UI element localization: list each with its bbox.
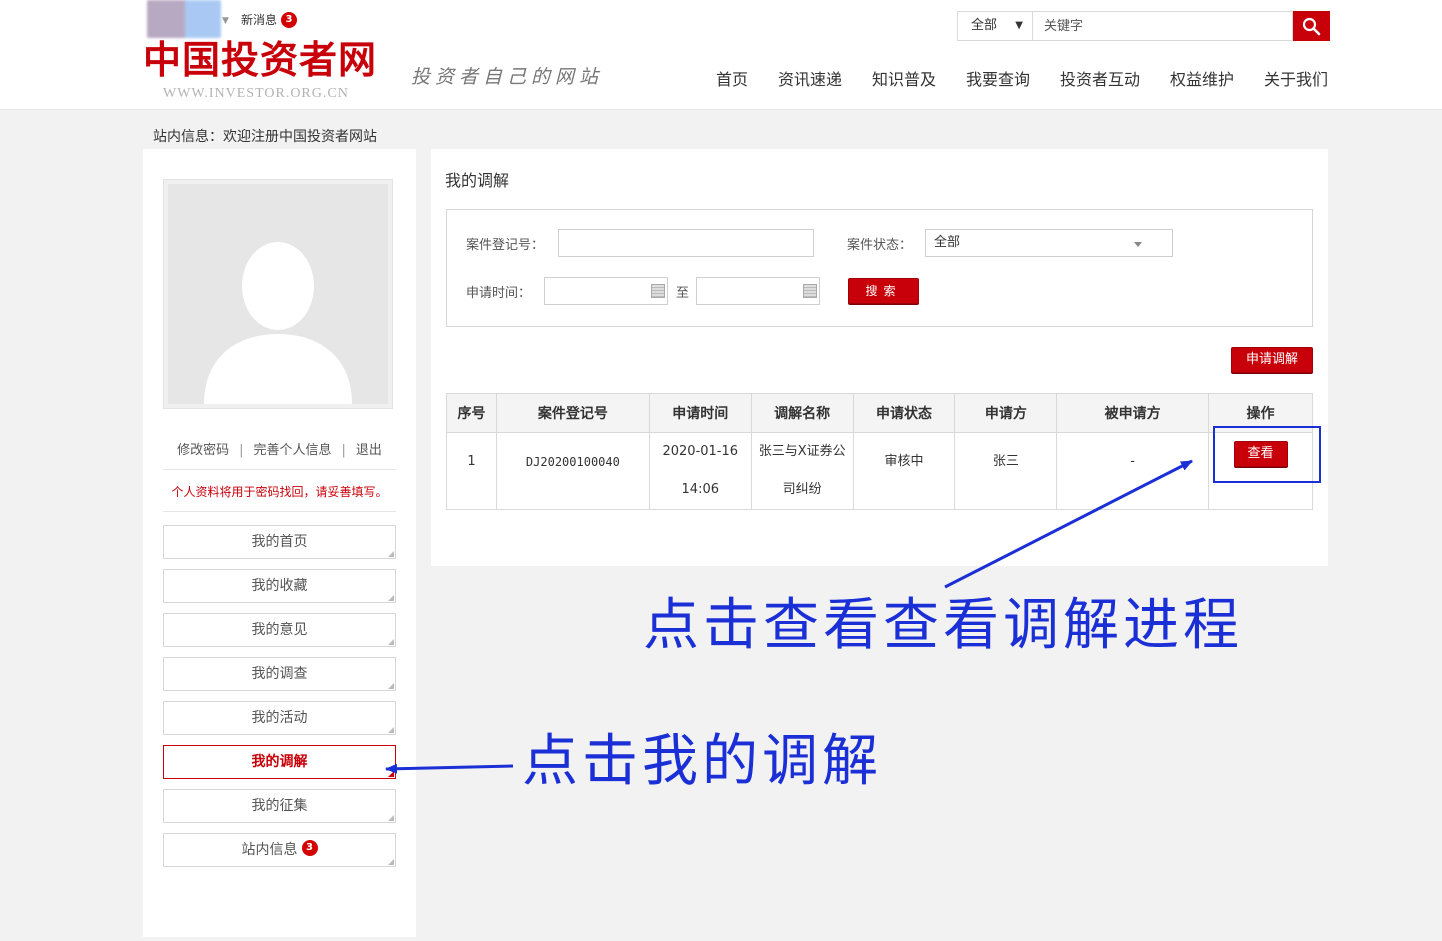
- site-logo-url: WWW.INVESTOR.ORG.CN: [163, 86, 349, 101]
- nav-interaction[interactable]: 投资者互动: [1060, 66, 1140, 90]
- cell-name-line2: 司纠纷: [782, 482, 822, 497]
- case-status-label: 案件状态：: [847, 238, 913, 253]
- site-header: ▼ 新消息 3 中国投资者网 WWW.INVESTOR.ORG.CN 投资者自己…: [0, 0, 1442, 110]
- avatar[interactable]: [163, 179, 393, 409]
- table-header-row: 序号 案件登记号 申请时间 调解名称 申请状态 申请方 被申请方 操作: [446, 393, 1313, 433]
- caret-down-icon[interactable]: ▼: [222, 16, 229, 26]
- sidebar-item-label: 我的征集: [251, 798, 308, 814]
- view-button-highlight: [1213, 426, 1321, 483]
- search-icon: [1302, 17, 1321, 36]
- case-status-select[interactable]: 全部: [925, 229, 1173, 257]
- dropdown-arrow-icon: [1134, 242, 1142, 247]
- cell-respondent: -: [1056, 432, 1210, 510]
- search-input[interactable]: [1034, 12, 1292, 40]
- calendar-icon[interactable]: [651, 284, 665, 298]
- nav-news[interactable]: 资讯速递: [778, 66, 842, 90]
- avatar-placeholder-icon: [168, 184, 388, 404]
- sidebar-item-label: 我的首页: [251, 534, 308, 550]
- col-header-case-no: 案件登记号: [495, 393, 650, 433]
- site-slogan: 投资者自己的网站: [411, 66, 604, 88]
- change-password-link[interactable]: 修改密码: [177, 443, 229, 458]
- search-button[interactable]: 搜索: [848, 278, 919, 304]
- table-row: 1 DJ20200100040 2020-01-16 14:06 张三与X证券公…: [446, 432, 1313, 510]
- sidebar-item-inbox[interactable]: 站内信息 3: [163, 833, 396, 867]
- divider: [163, 511, 396, 512]
- logout-link[interactable]: 退出: [356, 443, 382, 458]
- end-date-input[interactable]: [696, 277, 820, 305]
- nav-rights[interactable]: 权益维护: [1170, 66, 1234, 90]
- dropdown-arrow-icon: ▼: [1015, 20, 1023, 31]
- nav-home[interactable]: 首页: [716, 66, 748, 90]
- annotation-menu-hint: 点击我的调解: [522, 729, 882, 794]
- sidebar-item-label: 我的活动: [251, 710, 308, 726]
- col-header-mediation-name: 调解名称: [750, 393, 854, 433]
- start-date-input[interactable]: [544, 277, 668, 305]
- cell-mediation-name: 张三与X证券公 司纠纷: [750, 432, 854, 510]
- annotation-view-hint: 点击查看查看调解进程: [643, 593, 1243, 658]
- col-header-apply-time: 申请时间: [648, 393, 752, 433]
- search-box: 全部 ▼: [957, 11, 1293, 41]
- case-status-value: 全部: [934, 235, 961, 250]
- cell-apply-clock: 14:06: [681, 482, 719, 497]
- sidebar-item-favorites[interactable]: 我的收藏: [163, 569, 396, 603]
- case-no-input[interactable]: [558, 229, 814, 257]
- account-links: 修改密码 | 完善个人信息 | 退出: [143, 439, 416, 458]
- new-messages-link[interactable]: 新消息: [241, 11, 277, 28]
- user-sidebar: 修改密码 | 完善个人信息 | 退出 个人资料将用于密码找回，请妥善填写。 我的首页 我…: [143, 149, 416, 937]
- search-scope-value: 全部: [971, 18, 998, 33]
- sidebar-item-label: 我的收藏: [251, 578, 308, 594]
- nav-knowledge[interactable]: 知识普及: [872, 66, 936, 90]
- sidebar-item-label: 我的调查: [251, 666, 308, 682]
- cell-apply-date: 2020-01-16: [662, 444, 739, 459]
- col-header-applicant: 申请方: [954, 393, 1058, 433]
- col-header-status: 申请状态: [852, 393, 956, 433]
- divider: |: [341, 443, 346, 458]
- apply-mediation-button[interactable]: 申请调解: [1231, 347, 1313, 373]
- inbox-count-badge: 3: [301, 840, 318, 856]
- sidebar-item-collections[interactable]: 我的征集: [163, 789, 396, 823]
- complete-profile-link[interactable]: 完善个人信息: [253, 443, 331, 458]
- profile-warning: 个人资料将用于密码找回，请妥善填写。: [171, 485, 388, 499]
- sidebar-item-label: 我的调解: [251, 754, 308, 770]
- sidebar-item-opinions[interactable]: 我的意见: [163, 613, 396, 647]
- news-count-badge: 3: [281, 12, 297, 28]
- sidebar-item-activities[interactable]: 我的活动: [163, 701, 396, 735]
- search-scope-select[interactable]: 全部 ▼: [958, 12, 1033, 40]
- cell-case-no: DJ20200100040: [495, 432, 650, 510]
- nav-query[interactable]: 我要查询: [966, 66, 1030, 90]
- mediation-panel: 我的调解 案件登记号： 案件状态： 全部 申请时间： 至 搜索 申请调解 序号 …: [431, 149, 1328, 566]
- cell-name-line1: 张三与X证券公: [758, 444, 846, 459]
- date-to-label: 至: [676, 286, 690, 301]
- col-header-respondent: 被申请方: [1056, 393, 1210, 433]
- case-no-label: 案件登记号：: [466, 238, 545, 253]
- col-header-index: 序号: [446, 393, 497, 433]
- apply-date-label: 申请时间：: [466, 286, 532, 301]
- sidebar-item-label: 我的意见: [251, 622, 308, 638]
- cell-applicant: 张三: [954, 432, 1058, 510]
- sidebar-item-mediation[interactable]: 我的调解: [163, 745, 396, 779]
- filter-form: 案件登记号： 案件状态： 全部 申请时间： 至: [446, 209, 1313, 327]
- user-avatar-blurred[interactable]: [147, 0, 221, 38]
- divider: [163, 469, 396, 470]
- cell-index: 1: [446, 432, 497, 510]
- cell-apply-time: 2020-01-16 14:06: [648, 432, 752, 510]
- site-logo[interactable]: 中国投资者网: [143, 38, 377, 82]
- search-button[interactable]: [1293, 11, 1330, 41]
- sidebar-item-label: 站内信息: [241, 842, 298, 858]
- page-title: 我的调解: [445, 171, 510, 190]
- site-notice: 站内信息：欢迎注册中国投资者网站: [153, 129, 377, 145]
- sidebar-item-home[interactable]: 我的首页: [163, 525, 396, 559]
- calendar-icon[interactable]: [803, 284, 817, 298]
- nav-about[interactable]: 关于我们: [1264, 66, 1328, 90]
- sidebar-item-surveys[interactable]: 我的调查: [163, 657, 396, 691]
- cell-status: 审核中: [852, 432, 956, 510]
- mediation-table: 序号 案件登记号 申请时间 调解名称 申请状态 申请方 被申请方 操作 1 DJ…: [446, 393, 1313, 510]
- divider: |: [239, 443, 244, 458]
